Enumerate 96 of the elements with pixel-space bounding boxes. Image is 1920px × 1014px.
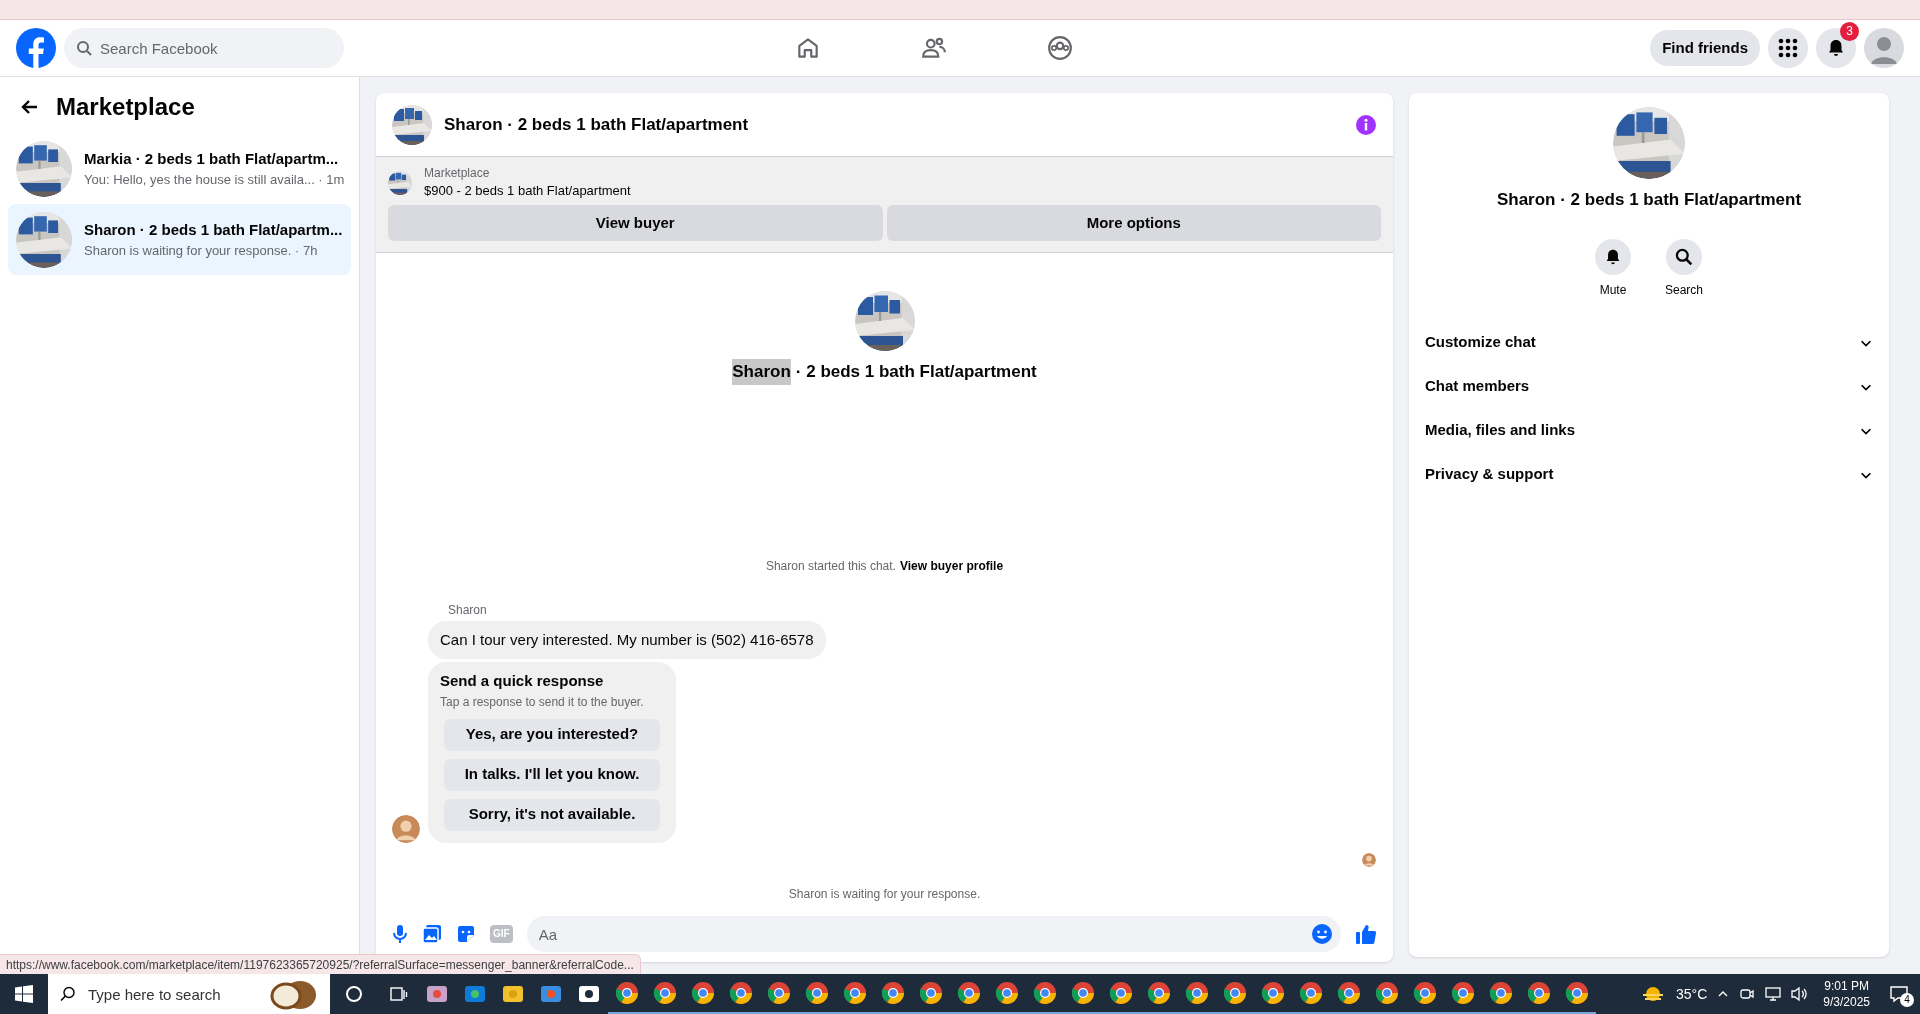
chrome-icon[interactable] xyxy=(843,981,867,1005)
banner-label: Marketplace xyxy=(424,165,491,181)
chrome-icon[interactable] xyxy=(1451,981,1475,1005)
chrome-icon[interactable] xyxy=(1109,981,1133,1005)
photo-icon[interactable] xyxy=(422,924,442,944)
weather-temperature[interactable]: 35°C xyxy=(1676,983,1708,1005)
details-section[interactable]: Privacy & support xyxy=(1425,452,1873,497)
meet-icon[interactable] xyxy=(1739,986,1756,1002)
search-field[interactable]: Search Facebook xyxy=(64,28,344,68)
read-receipt-avatar xyxy=(1362,852,1376,867)
info-icon[interactable] xyxy=(1355,113,1377,136)
speaker-icon[interactable] xyxy=(1791,986,1810,1002)
chrome-icon[interactable] xyxy=(1337,981,1361,1005)
intro-name: Sharon xyxy=(732,359,791,385)
bell-icon xyxy=(1604,247,1622,266)
view-buyer-profile-link[interactable]: View buyer profile xyxy=(899,556,1004,575)
quick-response-title: Send a quick response xyxy=(440,671,605,691)
bell-icon xyxy=(1826,38,1846,58)
conversation-title: Sharon · 2 beds 1 bath Flat/apartm... xyxy=(84,219,343,240)
waiting-text: Sharon is waiting for your response. xyxy=(788,885,981,903)
quick-response-button[interactable]: In talks. I'll let you know. xyxy=(444,758,660,791)
chrome-icon[interactable] xyxy=(615,981,639,1005)
chrome-icon[interactable] xyxy=(919,981,943,1005)
chrome-icon[interactable] xyxy=(1261,981,1285,1005)
chat-title: Sharon · 2 beds 1 bath Flat/apartment xyxy=(444,113,749,136)
emoji-icon[interactable] xyxy=(1311,923,1333,945)
chrome-icon[interactable] xyxy=(1299,981,1323,1005)
windows-start-icon[interactable] xyxy=(15,985,33,1003)
conversation-title: Markia · 2 beds 1 bath Flat/apartm... xyxy=(84,148,340,169)
banner-button[interactable]: View buyer xyxy=(388,205,883,241)
friends-icon[interactable] xyxy=(921,35,947,61)
search-icon xyxy=(76,40,92,56)
conversation-preview: Sharon is waiting for your response. · 7h xyxy=(84,242,319,260)
chrome-icon[interactable] xyxy=(995,981,1019,1005)
quick-response-button[interactable]: Yes, are you interested? xyxy=(444,718,660,751)
sticker-icon[interactable] xyxy=(456,924,476,944)
chrome-icon[interactable] xyxy=(1413,981,1437,1005)
details-section[interactable]: Chat members xyxy=(1425,364,1873,409)
chrome-icon[interactable] xyxy=(1527,981,1551,1005)
chrome-icon[interactable] xyxy=(881,981,905,1005)
intro-title: · 2 beds 1 bath Flat/apartment xyxy=(795,361,1037,383)
chat-started-text: Sharon started this chat. xyxy=(765,557,896,575)
action-label: Mute xyxy=(1599,281,1627,299)
find-friends-button[interactable]: Find friends xyxy=(1650,30,1760,66)
quick-response-button[interactable]: Sorry, it's not available. xyxy=(444,798,660,831)
microphone-icon[interactable] xyxy=(392,924,408,944)
chrome-icon[interactable] xyxy=(729,981,753,1005)
chrome-icon[interactable] xyxy=(1071,981,1095,1005)
chrome-icon[interactable] xyxy=(1489,981,1513,1005)
chrome-icon[interactable] xyxy=(1565,981,1589,1005)
link-status-bar: https://www.facebook.com/marketplace/item/1197623365720925/?referralSurface=messenger_banner&referralCode... xyxy=(0,954,641,974)
conversation-item[interactable]: Sharon · 2 beds 1 bath Flat/apartm... Sharon is waiting for your response. · 7h xyxy=(8,204,351,275)
taskbar-search-field[interactable]: Type here to search xyxy=(48,974,330,1014)
search-icon xyxy=(60,986,76,1002)
avatar xyxy=(392,814,420,843)
search-icon xyxy=(1675,247,1693,266)
sidebar-title: Marketplace xyxy=(56,92,195,122)
sender-name: Sharon xyxy=(448,602,487,617)
notification-count: 4 xyxy=(1900,993,1914,1007)
mute-button[interactable] xyxy=(1595,238,1631,275)
facebook-logo[interactable] xyxy=(16,28,56,68)
search-button[interactable] xyxy=(1666,238,1702,275)
details-section[interactable]: Media, files and links xyxy=(1425,408,1873,453)
thumbs-up-icon[interactable] xyxy=(1355,923,1377,945)
clock-date[interactable]: 9/3/2025 xyxy=(1823,994,1870,1010)
chrome-icon[interactable] xyxy=(957,981,981,1005)
chrome-icon[interactable] xyxy=(653,981,677,1005)
action-label: Search xyxy=(1665,281,1703,299)
chrome-icon[interactable] xyxy=(1375,981,1399,1005)
notification-center-icon[interactable] xyxy=(1890,985,1908,1003)
message-bubble: Can I tour very interested. My number is (502) 416-6578 xyxy=(428,620,826,659)
conversation-preview: You: Hello, yes the house is still availa... · 1m xyxy=(84,171,343,189)
notification-badge: 3 xyxy=(1840,22,1859,41)
account-button[interactable] xyxy=(1864,28,1904,68)
home-icon[interactable] xyxy=(795,35,821,61)
clock-time[interactable]: 9:01 PM xyxy=(1824,978,1869,994)
chrome-icon[interactable] xyxy=(767,981,791,1005)
notifications-button[interactable] xyxy=(1816,28,1856,68)
chrome-icon[interactable] xyxy=(1185,981,1209,1005)
banner-button[interactable]: More options xyxy=(886,205,1381,241)
chrome-icon[interactable] xyxy=(1033,981,1057,1005)
message-input[interactable]: Aa xyxy=(526,916,1341,952)
groups-icon[interactable] xyxy=(1047,35,1073,61)
chrome-icon[interactable] xyxy=(805,981,829,1005)
chrome-icon[interactable] xyxy=(1147,981,1171,1005)
network-icon[interactable] xyxy=(1765,986,1782,1002)
chrome-icon[interactable] xyxy=(1223,981,1247,1005)
cortana-icon[interactable] xyxy=(345,985,363,1003)
grid-icon xyxy=(1778,38,1798,58)
listing-title: $900 - 2 beds 1 bath Flat/apartment xyxy=(424,182,631,200)
task-view-icon[interactable] xyxy=(388,985,408,1003)
chrome-icon[interactable] xyxy=(691,981,715,1005)
quick-response-hint: Tap a response to send it to the buyer. xyxy=(440,693,645,711)
menu-button[interactable] xyxy=(1768,28,1808,68)
details-title: Sharon · 2 beds 1 bath Flat/apartment xyxy=(1496,189,1802,211)
details-section[interactable]: Customize chat xyxy=(1425,320,1873,365)
